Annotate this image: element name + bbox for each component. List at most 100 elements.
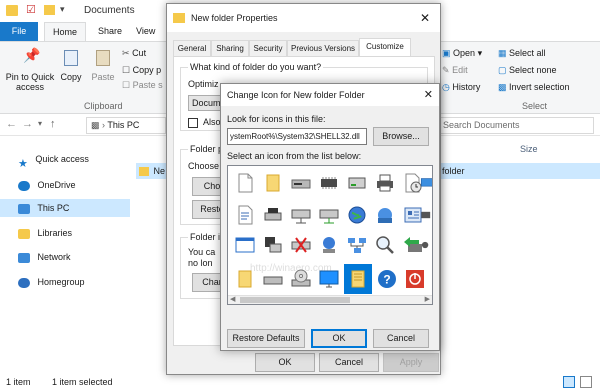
nav-item-onedrive[interactable]: OneDrive bbox=[18, 176, 76, 194]
close-icon[interactable]: ✕ bbox=[420, 4, 430, 32]
column-header-size[interactable]: Size bbox=[520, 144, 538, 154]
icon-network-globe[interactable] bbox=[372, 202, 398, 228]
quick-access-dropdown-icon[interactable]: ▾ bbox=[60, 4, 65, 15]
change-icon-cancel-button[interactable]: Cancel bbox=[373, 329, 429, 348]
close-icon[interactable]: ✕ bbox=[424, 84, 433, 106]
paste-button[interactable]: Paste bbox=[88, 50, 118, 82]
address-text: This PC bbox=[107, 120, 140, 130]
tab-home[interactable]: Home bbox=[44, 22, 87, 41]
tab-customize[interactable]: Customize bbox=[359, 38, 411, 56]
tab-previous-versions[interactable]: Previous Versions bbox=[287, 40, 359, 56]
tab-sharing[interactable]: Sharing bbox=[211, 40, 249, 56]
paste-shortcut-button[interactable]: ☐ Paste s bbox=[122, 80, 163, 91]
large-icons-view-icon[interactable] bbox=[580, 376, 592, 388]
tab-share[interactable]: Share bbox=[90, 22, 130, 41]
tab-general[interactable]: General bbox=[173, 40, 211, 56]
nav-item-network[interactable]: Network bbox=[18, 248, 71, 266]
back-arrow-icon[interactable]: ← bbox=[6, 118, 17, 130]
icon-chip[interactable] bbox=[316, 170, 342, 196]
icon-disconnected-drive[interactable] bbox=[288, 232, 314, 258]
forward-arrow-icon[interactable]: → bbox=[22, 118, 33, 130]
tab-file[interactable]: File bbox=[0, 22, 38, 41]
select-none-button[interactable]: ▢ Select none bbox=[498, 65, 557, 76]
address-bar[interactable]: ▩ › This PC bbox=[86, 117, 166, 134]
icon-floppy-drive[interactable] bbox=[288, 170, 314, 196]
select-none-label: Select none bbox=[509, 65, 557, 75]
nav-item-homegroup[interactable]: Homegroup bbox=[18, 273, 85, 291]
search-input[interactable]: Search Documents bbox=[432, 117, 594, 134]
properties-cancel-button[interactable]: Cancel bbox=[319, 353, 379, 372]
icon-partial[interactable] bbox=[420, 232, 432, 258]
nav-item-libraries[interactable]: Libraries bbox=[18, 224, 72, 242]
nav-item-this-pc[interactable]: This PC bbox=[0, 199, 130, 217]
icon-drive-flat[interactable] bbox=[260, 266, 286, 292]
icon-device[interactable] bbox=[420, 202, 432, 228]
select-all-button[interactable]: ▦ Select all bbox=[498, 48, 546, 59]
history-label: History bbox=[452, 82, 481, 92]
history-button[interactable]: ◷ History bbox=[442, 82, 480, 93]
invert-selection-button[interactable]: ▩ Invert selection bbox=[498, 82, 570, 93]
nav-label: Network bbox=[37, 252, 71, 262]
folder-icon bbox=[139, 167, 149, 177]
restore-defaults-button[interactable]: Restore Defaults bbox=[227, 329, 305, 348]
file-list-item[interactable]: Ne bbox=[136, 163, 168, 179]
icon-folder-page[interactable] bbox=[260, 170, 286, 196]
details-view-icon[interactable] bbox=[563, 376, 575, 388]
icon-cd-drive[interactable] bbox=[288, 266, 314, 292]
network-globe-icon bbox=[378, 208, 392, 223]
open-button[interactable]: ▣ Open ▾ bbox=[442, 48, 482, 59]
quick-access-check-icon[interactable]: ☑ bbox=[26, 3, 36, 16]
icon-blank-document[interactable] bbox=[232, 170, 258, 196]
edit-button[interactable]: ✎ Edit bbox=[442, 65, 468, 76]
icon-list[interactable]: ? ◀ ▶ bbox=[227, 165, 433, 305]
icon-network-drive[interactable] bbox=[288, 202, 314, 228]
quick-access-folder-icon[interactable] bbox=[44, 5, 55, 15]
icon-window[interactable] bbox=[232, 232, 258, 258]
copy-path-label: Copy p bbox=[132, 65, 162, 75]
icon-network-map[interactable] bbox=[344, 232, 370, 258]
nav-item-quick-access[interactable]: ★ Quick access bbox=[18, 150, 89, 170]
copy-button[interactable]: Copy bbox=[58, 50, 84, 82]
icon-globe[interactable] bbox=[344, 202, 370, 228]
invert-selection-icon: ▩ bbox=[498, 82, 507, 92]
tab-view[interactable]: View bbox=[128, 22, 163, 41]
scroll-thumb[interactable] bbox=[240, 297, 350, 303]
properties-ok-button[interactable]: OK bbox=[255, 353, 315, 372]
also-apply-checkbox[interactable]: Also bbox=[188, 117, 221, 128]
pin-quick-access-button[interactable]: 📌 Pin to Quick access bbox=[4, 48, 56, 92]
icon-printer[interactable] bbox=[372, 170, 398, 196]
disconnected-drive-icon bbox=[291, 237, 311, 253]
change-icon-ok-button[interactable]: OK bbox=[311, 329, 367, 348]
icon-network-drive-2[interactable] bbox=[316, 202, 342, 228]
icon-desktop[interactable] bbox=[316, 266, 342, 292]
icon-globe-computer[interactable] bbox=[316, 232, 342, 258]
properties-apply-button[interactable]: Apply bbox=[383, 353, 439, 372]
cut-button[interactable]: ✂ Cut bbox=[122, 48, 146, 59]
icon-file-path-input[interactable]: ystemRoot%\System32\SHELL32.dll bbox=[227, 128, 367, 145]
icon-help[interactable]: ? bbox=[374, 266, 400, 292]
file-list-item-right[interactable]: folder bbox=[440, 163, 600, 179]
edit-label: Edit bbox=[452, 65, 468, 75]
app-icon bbox=[6, 5, 18, 16]
up-arrow-icon[interactable]: ↑ bbox=[50, 118, 56, 130]
floppy-computer-icon bbox=[265, 237, 282, 253]
scroll-left-icon[interactable]: ◀ bbox=[230, 295, 235, 303]
icon-hard-drive[interactable] bbox=[344, 170, 370, 196]
tab-security[interactable]: Security bbox=[249, 40, 287, 56]
icon-magnifier[interactable] bbox=[372, 232, 398, 258]
icon-power[interactable] bbox=[402, 266, 428, 292]
browse-button[interactable]: Browse... bbox=[373, 127, 429, 146]
scroll-right-icon[interactable]: ▶ bbox=[425, 295, 430, 303]
icon-selected-folder[interactable] bbox=[344, 264, 372, 294]
properties-tabs: General Sharing Security Previous Versio… bbox=[173, 38, 435, 56]
monitor-icon bbox=[18, 203, 30, 214]
scissors-icon: ✂ bbox=[122, 48, 130, 58]
recent-dropdown-icon[interactable]: ▾ bbox=[38, 119, 42, 128]
icon-list-scrollbar[interactable]: ◀ ▶ bbox=[228, 295, 432, 304]
icon-computer-tower[interactable] bbox=[260, 202, 286, 228]
icon-folder-yellow[interactable] bbox=[232, 266, 258, 292]
icon-monitor[interactable] bbox=[420, 170, 432, 196]
icon-text-document[interactable] bbox=[232, 202, 258, 228]
icon-floppy-computer[interactable] bbox=[260, 232, 286, 258]
copy-path-button[interactable]: ☐ Copy p bbox=[122, 65, 161, 76]
